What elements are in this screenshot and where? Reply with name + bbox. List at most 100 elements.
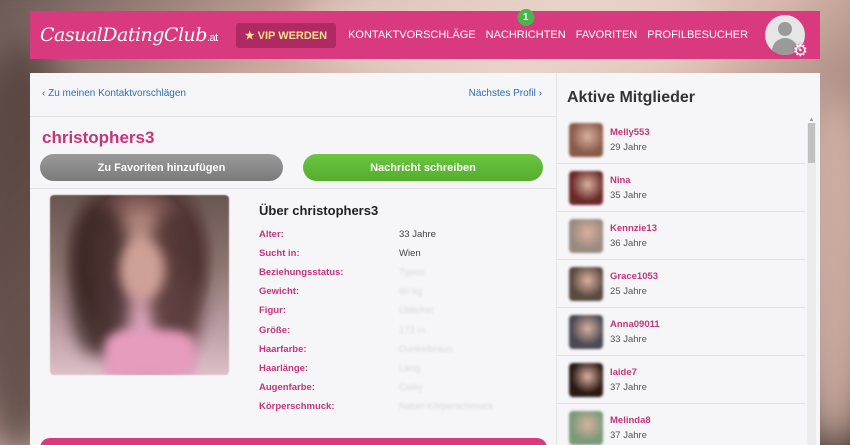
detail-row: Haarlänge: Lang: [259, 359, 539, 378]
member-item[interactable]: Kennzie13 36 Jahre: [557, 212, 805, 260]
detail-value: 60 kg: [399, 286, 423, 298]
member-info: Melly553 29 Jahre: [610, 127, 650, 153]
detail-value: Caiky: [399, 381, 423, 393]
member-age: 29 Jahre: [610, 141, 647, 153]
logo-text: CasualDatingClub: [40, 24, 207, 46]
profile-actions: Zu Favoriten hinzufügen Nachricht schrei…: [30, 148, 556, 181]
detail-value: 33 Jahre: [399, 229, 436, 241]
nav-profilbesucher[interactable]: PROFILBESUCHER: [647, 29, 748, 41]
member-name[interactable]: laide7: [610, 367, 647, 378]
nav-kontaktvorschlaege[interactable]: KONTAKTVORSCHLÄGE: [348, 29, 476, 41]
profile-navigation: ‹ Zu meinen Kontaktvorschlägen Nächstes …: [30, 73, 556, 99]
member-name[interactable]: Melinda8: [610, 415, 651, 426]
detail-key: Figur:: [259, 305, 286, 317]
detail-value: Typos: [399, 267, 425, 279]
detail-row: Figur: Üblicher: [259, 301, 539, 320]
sidebar-scrollbar[interactable]: ▲: [807, 117, 816, 445]
member-avatar[interactable]: [569, 266, 603, 301]
profile-body: Über christophers3 Alter: 33 Jahre Sucht i…: [30, 189, 556, 416]
member-name[interactable]: Anna09011: [610, 319, 660, 330]
detail-key: Augenfarbe:: [259, 381, 315, 393]
detail-row: Größe: 172 m: [259, 320, 539, 339]
top-navigation-bar: CasualDatingClub.at ★ VIP WERDEN KONTAKT…: [30, 9, 820, 59]
write-message-button[interactable]: Nachricht schreiben: [303, 154, 543, 181]
members-list: Melly553 29 Jahre Nina 35 Jahre Kennzie13 36 …: [557, 116, 805, 445]
member-avatar[interactable]: [569, 122, 603, 157]
nav-label: FAVORITEN: [575, 29, 638, 41]
detail-value: Wien: [399, 248, 421, 260]
member-age: 37 Jahre: [610, 381, 647, 393]
member-avatar[interactable]: [569, 314, 603, 349]
member-avatar[interactable]: [569, 410, 603, 445]
detail-row: Gewicht: 60 kg: [259, 282, 539, 301]
member-age: 37 Jahre: [610, 429, 647, 441]
member-info: Grace1053 25 Jahre: [610, 271, 658, 297]
detail-value: Lang: [399, 362, 421, 374]
profile-photo[interactable]: [50, 195, 229, 375]
member-age: 36 Jahre: [610, 237, 647, 249]
nav-favoriten[interactable]: FAVORITEN: [576, 29, 638, 41]
vip-button[interactable]: ★ VIP WERDEN: [235, 22, 337, 48]
unread-messages-badge: 1: [517, 9, 535, 26]
gear-icon[interactable]: ⚙: [793, 42, 808, 59]
member-name[interactable]: Kennzie13: [610, 223, 657, 234]
scroll-thumb[interactable]: [808, 123, 815, 163]
profile-panel: ‹ Zu meinen Kontaktvorschlägen Nächstes …: [30, 73, 557, 445]
profile-username: christophers3: [42, 128, 155, 147]
member-info: Kennzie13 36 Jahre: [610, 223, 657, 249]
nav-label: NACHRICHTEN: [485, 29, 566, 41]
detail-value: Dunkelbraun: [399, 343, 453, 355]
detail-value: Üblicher: [399, 305, 434, 317]
account-menu[interactable]: ⚙: [765, 15, 808, 59]
divider: [30, 116, 556, 117]
add-to-favorites-button[interactable]: Zu Favoriten hinzufügen: [40, 154, 283, 181]
back-to-suggestions-link[interactable]: ‹ Zu meinen Kontaktvorschlägen: [42, 88, 186, 99]
active-members-sidebar: Aktive Mitglieder Melly553 29 Jahre Nina 35…: [557, 73, 820, 445]
logo-tld: .at: [206, 32, 218, 44]
detail-key: Körperschmuck:: [259, 400, 335, 412]
member-item[interactable]: laide7 37 Jahre: [557, 356, 805, 404]
member-item[interactable]: Grace1053 25 Jahre: [557, 260, 805, 308]
detail-key: Sucht in:: [259, 248, 300, 260]
about-title: Über christophers3: [259, 203, 379, 218]
detail-value: Nabel-Körperschmuck: [399, 400, 493, 412]
member-avatar[interactable]: [569, 362, 603, 397]
member-age: 25 Jahre: [610, 285, 647, 297]
nav-nachrichten[interactable]: 1 NACHRICHTEN: [485, 9, 566, 41]
detail-key: Gewicht:: [259, 286, 300, 298]
member-info: Anna09011 33 Jahre: [610, 319, 660, 345]
detail-row: Augenfarbe: Caiky: [259, 378, 539, 397]
detail-row: Beziehungsstatus: Typos: [259, 263, 539, 282]
member-avatar[interactable]: [569, 218, 603, 253]
detail-key: Haarfarbe:: [259, 343, 307, 355]
detail-row: Haarfarbe: Dunkelbraun: [259, 340, 539, 359]
detail-row: Körperschmuck: Nabel-Körperschmuck: [259, 397, 539, 416]
nav-label: PROFILBESUCHER: [647, 29, 749, 41]
detail-value: 172 m: [399, 324, 426, 336]
nav-label: KONTAKTVORSCHLÄGE: [348, 29, 476, 41]
next-profile-link[interactable]: Nächstes Profil ›: [469, 88, 542, 99]
profile-details: Über christophers3 Alter: 33 Jahre Sucht i…: [259, 195, 539, 416]
detail-key: Größe:: [259, 324, 291, 336]
member-info: Nina 35 Jahre: [610, 175, 647, 201]
member-item[interactable]: Anna09011 33 Jahre: [557, 308, 805, 356]
detail-row: Alter: 33 Jahre: [259, 225, 539, 244]
detail-row: Sucht in: Wien: [259, 244, 539, 263]
detail-key: Alter:: [259, 229, 284, 241]
bottom-section-bar: [40, 438, 547, 445]
member-info: laide7 37 Jahre: [610, 367, 647, 393]
member-item[interactable]: Nina 35 Jahre: [557, 164, 805, 212]
member-item[interactable]: Melly553 29 Jahre: [557, 116, 805, 164]
member-name[interactable]: Grace1053: [610, 271, 658, 282]
member-info: Melinda8 37 Jahre: [610, 415, 651, 441]
member-name[interactable]: Nina: [610, 175, 647, 186]
site-logo[interactable]: CasualDatingClub.at: [40, 24, 218, 46]
sidebar-title: Aktive Mitglieder: [567, 89, 696, 106]
member-name[interactable]: Melly553: [610, 127, 650, 138]
member-age: 33 Jahre: [610, 333, 647, 345]
detail-key: Beziehungsstatus:: [259, 267, 344, 279]
member-avatar[interactable]: [569, 170, 603, 205]
member-item[interactable]: Melinda8 37 Jahre: [557, 404, 805, 445]
member-age: 35 Jahre: [610, 189, 647, 201]
main-nav: KONTAKTVORSCHLÄGE 1 NACHRICHTEN FAVORITE…: [348, 9, 758, 41]
